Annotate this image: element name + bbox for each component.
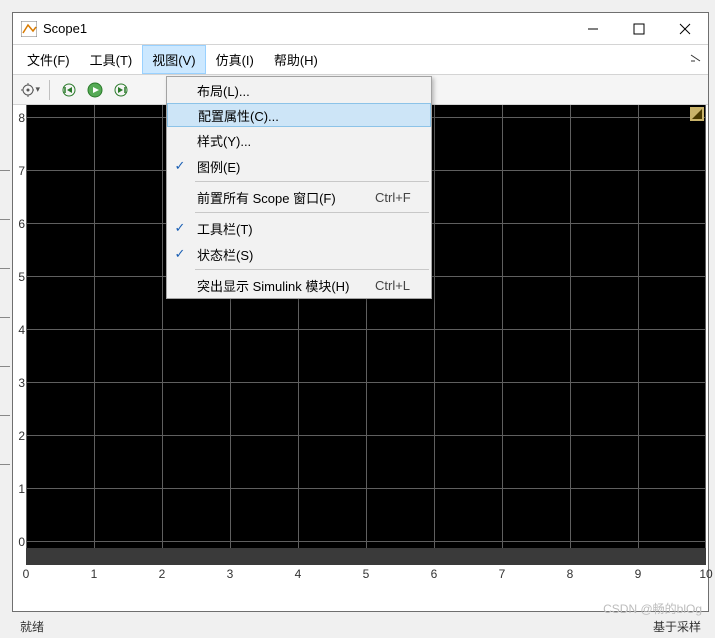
menu-toolbar-toggle[interactable]: ✓工具栏(T) [167, 215, 431, 241]
xtick: 3 [227, 567, 234, 581]
cropped-edge-ticks [0, 170, 10, 513]
menu-statusbar-toggle[interactable]: ✓状态栏(S) [167, 241, 431, 267]
ytick: 7 [13, 164, 25, 178]
menu-layout[interactable]: 布局(L)... [167, 77, 431, 103]
menu-separator [195, 269, 429, 270]
time-offset-bar [26, 548, 706, 565]
maximize-button[interactable] [616, 13, 662, 44]
ytick: 3 [13, 376, 25, 390]
menu-highlight-simulink-block[interactable]: 突出显示 Simulink 模块(H)Ctrl+L [167, 272, 431, 298]
toolbar-separator [49, 80, 50, 100]
ytick: 8 [13, 111, 25, 125]
menu-style[interactable]: 样式(Y)... [167, 127, 431, 153]
menu-configuration-properties[interactable]: 配置属性(C)... [167, 103, 431, 127]
play-icon[interactable] [84, 79, 106, 101]
ytick: 4 [13, 323, 25, 337]
view-dropdown: 布局(L)... 配置属性(C)... 样式(Y)... ✓图例(E) 前置所有… [166, 76, 432, 299]
app-icon [21, 21, 37, 37]
ytick: 0 [13, 535, 25, 549]
xtick: 0 [23, 567, 30, 581]
gear-icon[interactable]: ▾ [19, 79, 41, 101]
menu-file[interactable]: 文件(F) [17, 45, 80, 74]
ytick: 6 [13, 217, 25, 231]
menu-help[interactable]: 帮助(H) [264, 45, 328, 74]
minimize-button[interactable] [570, 13, 616, 44]
scope-window: Scope1 文件(F) 工具(T) 视图(V) 仿真(I) 帮助(H) ▾ [12, 12, 709, 612]
xtick: 7 [499, 567, 506, 581]
step-back-icon[interactable] [58, 79, 80, 101]
xtick: 4 [295, 567, 302, 581]
menu-view[interactable]: 视图(V) [142, 45, 205, 74]
xtick: 9 [635, 567, 642, 581]
xtick: 1 [91, 567, 98, 581]
close-button[interactable] [662, 13, 708, 44]
menu-separator [195, 212, 429, 213]
menu-separator [195, 181, 429, 182]
xtick: 2 [159, 567, 166, 581]
menu-bring-scopes-forward[interactable]: 前置所有 Scope 窗口(F)Ctrl+F [167, 184, 431, 210]
menu-tools[interactable]: 工具(T) [80, 45, 143, 74]
maximize-axes-icon[interactable] [690, 107, 704, 121]
ytick: 5 [13, 270, 25, 284]
xtick: 10 [699, 567, 712, 581]
menu-simulation[interactable]: 仿真(I) [206, 45, 264, 74]
xaxis: 0 1 2 3 4 5 6 7 8 9 10 [26, 567, 706, 585]
menu-legend[interactable]: ✓图例(E) [167, 153, 431, 179]
xtick: 6 [431, 567, 438, 581]
ytick: 2 [13, 429, 25, 443]
xtick: 8 [567, 567, 574, 581]
step-forward-icon[interactable] [110, 79, 132, 101]
statusbar: 就绪 基于采样 [12, 614, 709, 638]
xtick: 5 [363, 567, 370, 581]
titlebar: Scope1 [13, 13, 708, 45]
menubar-overflow-icon[interactable] [688, 51, 702, 68]
window-title: Scope1 [43, 21, 87, 36]
ytick: 1 [13, 482, 25, 496]
menubar: 文件(F) 工具(T) 视图(V) 仿真(I) 帮助(H) [13, 45, 708, 75]
